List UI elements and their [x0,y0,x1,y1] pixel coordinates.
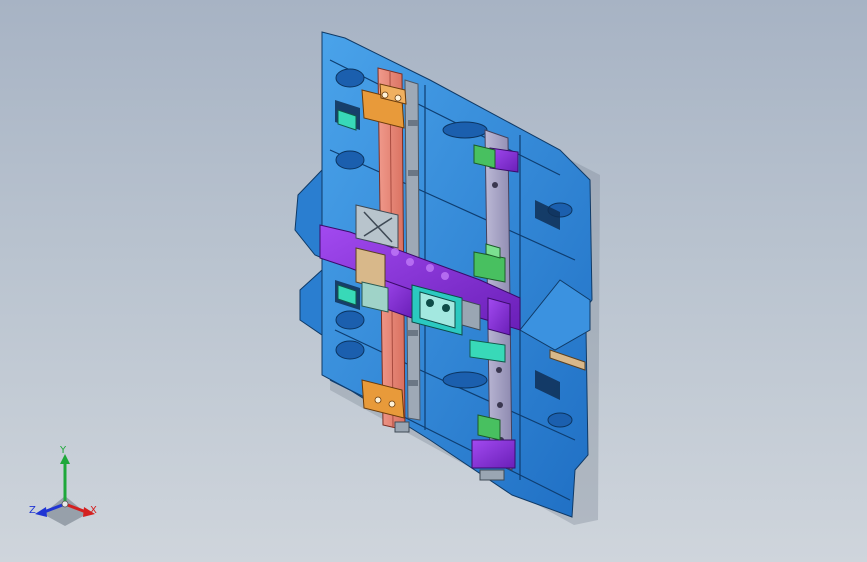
y-axis-label: Y [60,445,67,456]
z-axis-arrow [35,507,47,517]
axis-triad[interactable]: Y X Z [20,444,110,534]
z-axis-label: Z [29,505,36,516]
cad-viewport[interactable]: Y X Z [0,0,867,562]
purple-clamp-beam-right[interactable] [487,297,511,336]
x-axis-label: X [90,505,97,516]
fixture-model[interactable] [0,0,867,562]
triad-graphic [35,454,95,526]
triad-origin [61,500,69,508]
